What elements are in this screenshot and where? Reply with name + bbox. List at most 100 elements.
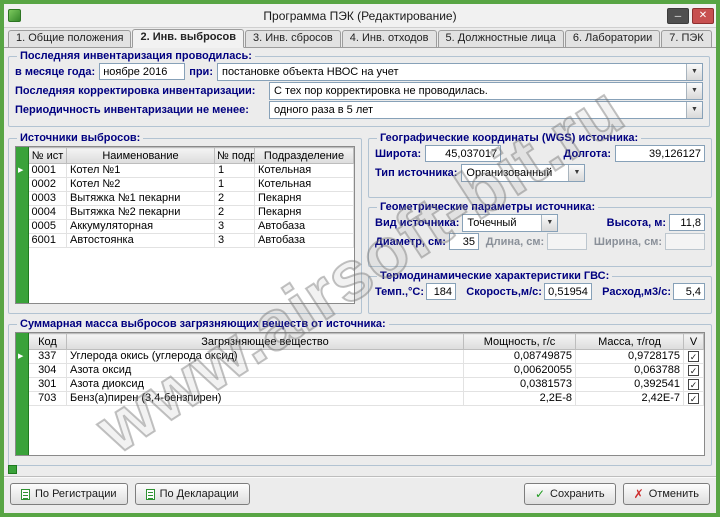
cell: 703 bbox=[28, 391, 67, 406]
longitude-input[interactable] bbox=[615, 145, 705, 162]
correction-combobox[interactable]: С тех пор корректировка не проводилась. … bbox=[269, 81, 703, 100]
cell: Углерода окись (углерода оксид) bbox=[66, 349, 464, 364]
visibility-checkbox[interactable]: ✓ bbox=[688, 350, 699, 362]
source-type-combobox[interactable]: Организованный ▼ bbox=[461, 163, 586, 182]
correction-label: Последняя корректировка инвентаризации: bbox=[15, 84, 256, 97]
cell: 3 bbox=[214, 219, 255, 234]
geometry-group-title: Геометрические параметры источника: bbox=[380, 201, 596, 213]
minimize-button[interactable]: ─ bbox=[667, 7, 689, 24]
dropdown-arrow-icon[interactable]: ▼ bbox=[686, 101, 702, 118]
emission-row[interactable]: 703 Бенз(а)пирен (3,4-бензпирен) 2,2E-8 2,4… bbox=[28, 391, 704, 406]
emissions-group-title: Суммарная масса выбросов загрязняющих ве… bbox=[20, 318, 386, 330]
cell: Котел №2 bbox=[66, 177, 215, 192]
dropdown-arrow-icon[interactable]: ▼ bbox=[686, 63, 702, 80]
close-button[interactable]: ✕ bbox=[692, 7, 714, 24]
main-content: Последняя инвентаризация проводилась: в … bbox=[4, 48, 716, 513]
longitude-label: Долгота: bbox=[563, 147, 611, 160]
emission-row[interactable]: 301 Азота диоксид 0,0381573 0,392541 ✓ bbox=[28, 377, 704, 392]
tab-6[interactable]: 6. Лаборатории bbox=[564, 30, 661, 47]
temperature-input[interactable] bbox=[426, 283, 457, 300]
cancel-button[interactable]: ✗ Отменить bbox=[622, 483, 710, 505]
column-header: № подр bbox=[214, 147, 255, 164]
cell: 0,00620055 bbox=[463, 363, 576, 378]
flow-input[interactable] bbox=[673, 283, 706, 300]
emission-row[interactable]: 337 Углерода окись (углерода оксид) 0,0874… bbox=[28, 349, 704, 364]
save-button[interactable]: ✓ Сохранить bbox=[523, 483, 616, 505]
emissions-header-row: Код Загрязняющее вещество Мощность, г/с … bbox=[28, 333, 704, 350]
sources-group: Источники выбросов: ▶ № ист Наименование… bbox=[8, 132, 362, 314]
tab-7[interactable]: 7. ПЭК bbox=[661, 30, 712, 47]
by-declaration-button[interactable]: По Декларации bbox=[134, 483, 250, 505]
emissions-grid: ▶ Код Загрязняющее вещество Мощность, г/… bbox=[15, 332, 705, 456]
month-input[interactable] bbox=[99, 63, 186, 80]
cell: 2 bbox=[214, 191, 255, 206]
dropdown-arrow-icon[interactable]: ▼ bbox=[568, 164, 585, 181]
cell: 3 bbox=[214, 233, 255, 248]
tab-bar: 1. Общие положения 2. Инв. выбросов 3. Инв… bbox=[4, 28, 716, 48]
source-row[interactable]: 0005 Аккумуляторная 3 Автобаза bbox=[28, 219, 354, 234]
emission-row[interactable]: 304 Азота оксид 0,00620055 0,063788 ✓ bbox=[28, 363, 704, 378]
footer-divider bbox=[4, 476, 716, 478]
dropdown-arrow-icon[interactable]: ▼ bbox=[541, 214, 558, 231]
titlebar: Программа ПЭК (Редактирование) ─ ✕ bbox=[4, 4, 716, 28]
window-controls: ─ ✕ bbox=[667, 7, 714, 24]
diameter-label: Диаметр, см: bbox=[375, 235, 446, 248]
inventory-row-period: Периодичность инвентаризации не менее: о… bbox=[15, 100, 703, 119]
by-registration-button[interactable]: По Регистрации bbox=[10, 483, 128, 505]
source-row[interactable]: 0004 Вытяжка №2 пекарни 2 Пекарня bbox=[28, 205, 354, 220]
width-label: Ширина, см: bbox=[593, 235, 663, 248]
visibility-checkbox[interactable]: ✓ bbox=[688, 378, 699, 390]
source-row[interactable]: 0002 Котел №2 1 Котельная bbox=[28, 177, 354, 192]
period-combobox[interactable]: одного раза в 5 лет ▼ bbox=[269, 100, 703, 119]
cell: Котельная bbox=[254, 163, 354, 178]
latitude-label: Широта: bbox=[375, 147, 422, 160]
cell: Бенз(а)пирен (3,4-бензпирен) bbox=[66, 391, 464, 406]
tab-2[interactable]: 2. Инв. выбросов bbox=[132, 29, 244, 48]
tab-5[interactable]: 5. Должностные лица bbox=[437, 30, 564, 47]
inventory-row-correction: Последняя корректировка инвентаризации: … bbox=[15, 81, 703, 100]
cell: 0,0381573 bbox=[463, 377, 576, 392]
tab-4[interactable]: 4. Инв. отходов bbox=[341, 30, 437, 47]
window-title: Программа ПЭК (Редактирование) bbox=[263, 8, 457, 23]
cell: Автобаза bbox=[254, 219, 354, 234]
cell: ✓ bbox=[683, 391, 704, 406]
source-row[interactable]: 0001 Котел №1 1 Котельная bbox=[28, 163, 354, 178]
column-header: Подразделение bbox=[254, 147, 354, 164]
cell: Вытяжка №2 пекарни bbox=[66, 205, 215, 220]
period-label: Периодичность инвентаризации не менее: bbox=[15, 103, 249, 116]
at-combobox[interactable]: постановке объекта НВОС на учет ▼ bbox=[216, 62, 703, 81]
visibility-checkbox[interactable]: ✓ bbox=[688, 364, 699, 376]
period-combobox-value: одного раза в 5 лет bbox=[274, 103, 374, 116]
speed-input[interactable] bbox=[543, 283, 592, 300]
source-kind-combobox[interactable]: Точечный ▼ bbox=[462, 213, 559, 232]
cell: 1 bbox=[214, 177, 255, 192]
diameter-input[interactable] bbox=[448, 233, 479, 250]
geo-group-title: Географические координаты (WGS) источник… bbox=[380, 132, 639, 144]
source-row[interactable]: 0003 Вытяжка №1 пекарни 2 Пекарня bbox=[28, 191, 354, 206]
emissions-group: Суммарная масса выбросов загрязняющих ве… bbox=[8, 318, 712, 466]
latitude-input[interactable] bbox=[425, 145, 502, 162]
by-registration-label: По Регистрации bbox=[35, 488, 117, 500]
source-row[interactable]: 6001 Автостоянка 3 Автобаза bbox=[28, 233, 354, 248]
source-kind-value: Точечный bbox=[467, 216, 517, 229]
cell: ✓ bbox=[683, 349, 704, 364]
registration-document-icon bbox=[21, 488, 30, 500]
cell: 0,9728175 bbox=[575, 349, 684, 364]
cell: 2,42E-7 bbox=[575, 391, 684, 406]
at-combobox-value: постановке объекта НВОС на учет bbox=[221, 65, 399, 78]
length-label: Длина, см: bbox=[485, 235, 545, 248]
tab-3[interactable]: 3. Инв. сбросов bbox=[244, 30, 341, 47]
thermo-group-title: Термодинамические характеристики ГВС: bbox=[380, 270, 610, 282]
visibility-checkbox[interactable]: ✓ bbox=[688, 392, 699, 404]
correction-combobox-value: С тех пор корректировка не проводилась. bbox=[274, 84, 488, 97]
cell: 304 bbox=[28, 363, 67, 378]
dropdown-arrow-icon[interactable]: ▼ bbox=[686, 82, 702, 99]
tab-1[interactable]: 1. Общие положения bbox=[8, 30, 132, 47]
speed-label: Скорость,м/с: bbox=[466, 285, 542, 298]
column-header: Загрязняющее вещество bbox=[66, 333, 464, 350]
thermo-group: Термодинамические характеристики ГВС: Те… bbox=[368, 270, 712, 314]
height-input[interactable] bbox=[669, 214, 705, 231]
cell: 301 bbox=[28, 377, 67, 392]
inventory-group: Последняя инвентаризация проводилась: в … bbox=[8, 50, 710, 127]
cell: 2 bbox=[214, 205, 255, 220]
